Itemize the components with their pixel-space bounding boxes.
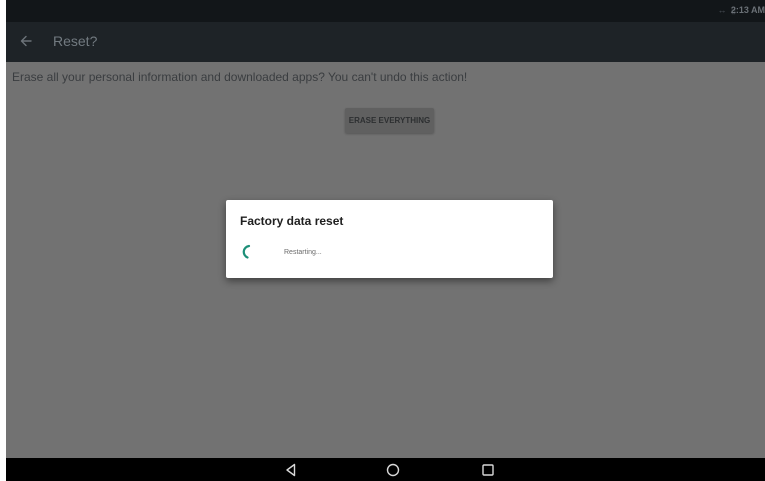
nav-recents-square-icon[interactable] — [480, 462, 496, 478]
status-clock: 2:13 AM — [730, 5, 765, 15]
dialog-message: Restarting... — [284, 249, 322, 256]
nav-home-circle-icon[interactable] — [385, 462, 401, 478]
erase-everything-button[interactable]: ERASE EVERYTHING — [345, 108, 434, 133]
dialog-title: Factory data reset — [240, 214, 344, 228]
toolbar: Reset? — [6, 22, 765, 62]
navigation-bar — [6, 458, 765, 481]
device-screen: ↔ ▯ 2:13 AM Reset? Erase all your person… — [6, 0, 765, 481]
nav-back-triangle-icon[interactable] — [283, 462, 299, 478]
screen: ↔ ▯ 2:13 AM Reset? Erase all your person… — [0, 0, 765, 481]
arrow-left-icon[interactable] — [16, 31, 36, 51]
page-title: Reset? — [53, 33, 98, 49]
factory-reset-dialog: Factory data reset Restarting... — [226, 200, 553, 278]
status-bar: ↔ ▯ 2:13 AM — [6, 0, 765, 22]
reset-warning-text: Erase all your personal information and … — [12, 70, 468, 84]
progress-spinner-icon — [240, 243, 258, 261]
